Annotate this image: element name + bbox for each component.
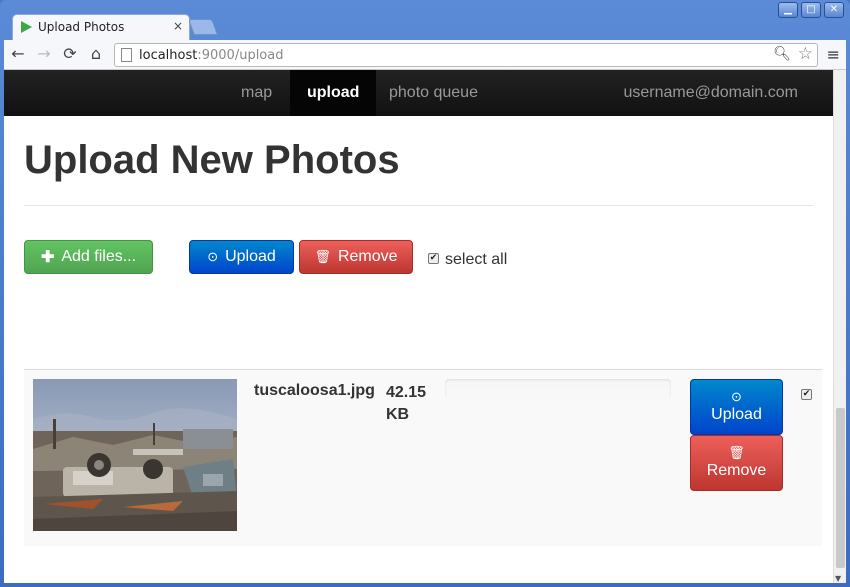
user-menu[interactable]: username@domain.com: [623, 70, 798, 116]
forward-arrow-icon[interactable]: →: [34, 44, 54, 64]
tab-close-icon[interactable]: ×: [173, 19, 183, 33]
file-name: tuscaloosa1.jpg: [254, 382, 375, 399]
upload-progress-bar: [445, 379, 671, 399]
top-navbar: map upload photo queue username@domain.c…: [4, 70, 833, 116]
photo-thumbnail: [33, 379, 237, 531]
window-controls: ▁ □ ✕: [778, 2, 844, 18]
nav-item-photo-queue[interactable]: photo queue: [372, 70, 495, 116]
select-all-checkbox[interactable]: ✔: [428, 253, 439, 264]
home-icon[interactable]: ⌂: [86, 44, 106, 64]
trash-icon: 🗑︎: [314, 249, 331, 264]
url-text: localhost:9000/upload: [139, 48, 284, 63]
bookmark-star-icon[interactable]: ☆: [798, 44, 813, 64]
add-files-label: Add files...: [61, 248, 137, 265]
nav-item-map[interactable]: map: [224, 70, 289, 116]
browser-window: Upload Photos × ▁ □ ✕ ← → ⟳ ⌂ localhost:…: [0, 0, 850, 587]
upload-file-button[interactable]: ⊙ Upload: [690, 379, 783, 435]
upload-circle-icon: ⊙: [731, 389, 742, 404]
browser-tab[interactable]: Upload Photos ×: [12, 14, 190, 40]
page-icon: [121, 48, 132, 62]
nav-item-upload[interactable]: upload: [290, 70, 377, 116]
scrollbar-thumb[interactable]: [836, 408, 845, 568]
trash-icon: 🗑︎: [728, 445, 745, 460]
browser-toolbar: ← → ⟳ ⌂ localhost:9000/upload 🔍︎ ☆ ≡: [4, 40, 846, 70]
tab-title: Upload Photos: [38, 20, 125, 34]
upload-all-label: Upload: [225, 248, 276, 265]
add-files-button[interactable]: ✚ Add files...: [24, 240, 153, 274]
file-size: 42.15 KB: [386, 384, 427, 423]
upload-circle-icon: ⊙: [207, 249, 219, 264]
file-select-checkbox[interactable]: ✔: [801, 389, 812, 400]
divider: [24, 205, 813, 206]
remove-all-label: Remove: [337, 248, 398, 265]
file-row: tuscaloosa1.jpg 42.15 KB ⊙ Upload 🗑︎ Rem…: [24, 369, 822, 546]
maximize-icon[interactable]: □: [801, 2, 821, 18]
upload-all-button[interactable]: ⊙ Upload: [189, 240, 294, 274]
zoom-icon[interactable]: 🔍︎: [773, 46, 791, 62]
reload-icon[interactable]: ⟳: [60, 44, 80, 64]
address-bar[interactable]: localhost:9000/upload 🔍︎ ☆: [114, 43, 818, 67]
play-favicon-icon: [21, 21, 32, 33]
back-arrow-icon[interactable]: ←: [8, 44, 28, 64]
upload-file-label: Upload: [711, 406, 762, 423]
remove-file-label: Remove: [706, 462, 767, 479]
menu-icon[interactable]: ≡: [827, 45, 840, 64]
plus-icon: ✚: [40, 249, 55, 266]
vertical-scrollbar[interactable]: ▼: [833, 70, 846, 583]
remove-file-button[interactable]: 🗑︎ Remove: [690, 435, 783, 491]
page-viewport: map upload photo queue username@domain.c…: [4, 70, 846, 583]
select-all-label: select all: [445, 251, 508, 268]
minimize-icon[interactable]: ▁: [778, 2, 798, 18]
scroll-down-arrow-icon[interactable]: ▼: [835, 574, 841, 583]
new-tab-button[interactable]: [188, 19, 218, 35]
page-title: Upload New Photos: [24, 138, 400, 182]
remove-all-button[interactable]: 🗑︎ Remove: [299, 240, 413, 274]
close-window-icon[interactable]: ✕: [824, 2, 844, 18]
